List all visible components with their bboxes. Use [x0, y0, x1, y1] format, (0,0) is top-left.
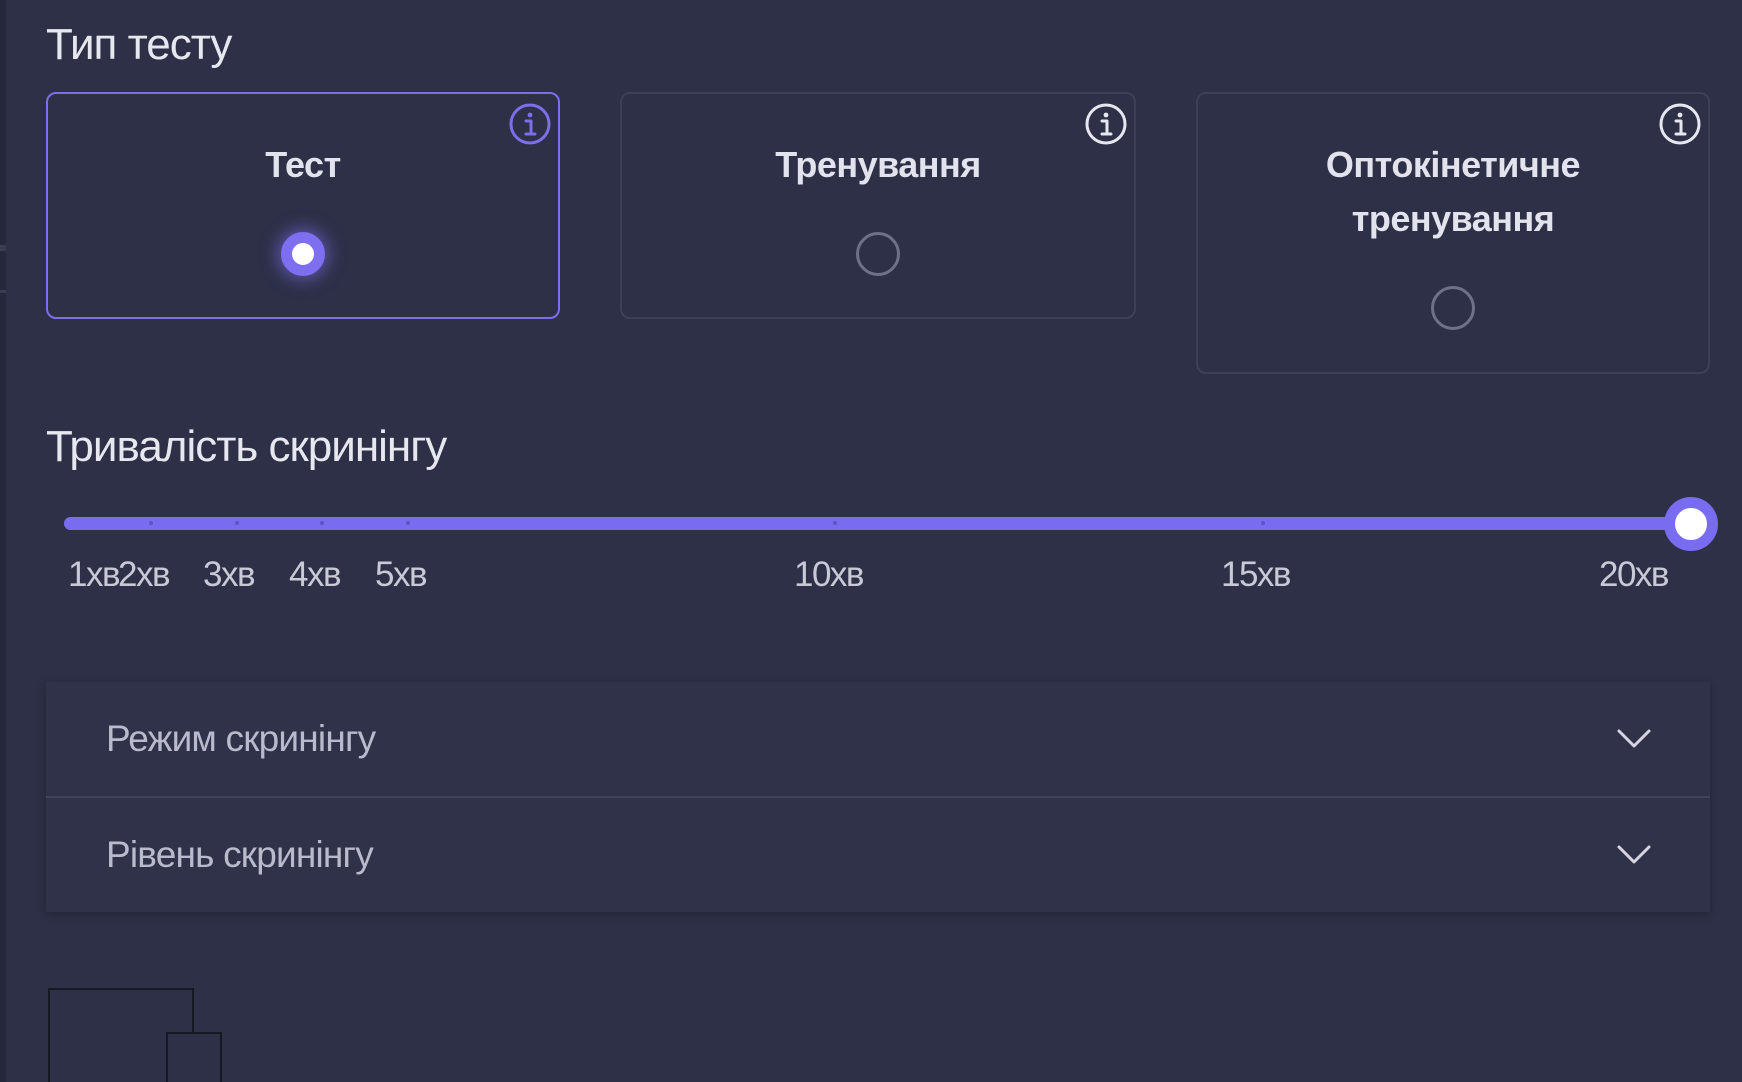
test-type-label: Тест	[265, 144, 341, 185]
training-radio[interactable]	[856, 232, 900, 276]
left-edge-divider	[0, 0, 6, 1082]
test-type-title: Тип тесту	[46, 20, 232, 69]
duration-mark-label[interactable]: 5хв	[375, 555, 428, 595]
slider-mark-dot	[320, 521, 324, 525]
optokinetic-radio[interactable]	[1431, 286, 1475, 330]
accordion-item-screening-level[interactable]: Рівень скринінгу	[46, 798, 1710, 912]
slider-mark-dot	[235, 521, 239, 525]
training-label: Тренування	[775, 144, 981, 185]
slider-mark-dot	[833, 521, 837, 525]
slider-mark-dot	[1261, 521, 1265, 525]
partial-frame-shape	[166, 1032, 222, 1082]
optokinetic-label-line2: тренування	[1351, 198, 1555, 239]
test-type-card-optokinetic[interactable]: Оптокінетичне тренування	[1196, 92, 1710, 374]
duration-slider-thumb[interactable]	[1664, 497, 1718, 551]
chevron-down-icon[interactable]	[1616, 720, 1652, 756]
duration-mark-label[interactable]: 1хв	[68, 555, 121, 595]
optokinetic-label-line1: Оптокінетичне	[1325, 144, 1581, 185]
screening-mode-label: Режим скринінгу	[106, 718, 376, 759]
duration-mark-label[interactable]: 3хв	[203, 555, 256, 595]
screening-level-label: Рівень скринінгу	[106, 834, 374, 875]
slider-mark-dot	[406, 521, 410, 525]
left-edge-marker	[0, 245, 6, 251]
duration-mark-label[interactable]: 15хв	[1221, 555, 1292, 595]
chevron-down-icon[interactable]	[1616, 836, 1652, 872]
left-edge-marker	[0, 290, 6, 293]
screening-accordion: Режим скринінгу Рівень скринінгу	[46, 682, 1710, 912]
duration-mark-label[interactable]: 20хв	[1599, 555, 1670, 595]
duration-mark-label[interactable]: 4хв	[289, 555, 342, 595]
test-type-card-training[interactable]: Тренування	[620, 92, 1136, 319]
duration-mark-label[interactable]: 10хв	[794, 555, 865, 595]
test-type-card-test[interactable]: Тест	[46, 92, 560, 319]
duration-mark-label[interactable]: 2хв	[118, 555, 171, 595]
duration-slider-track[interactable]	[64, 517, 1690, 530]
slider-mark-dot	[149, 521, 153, 525]
screening-settings-panel: Тип тесту Тест Тренування Оптокінетичне …	[0, 0, 1742, 1082]
duration-title: Тривалість скринінгу	[46, 422, 447, 471]
accordion-item-screening-mode[interactable]: Режим скринінгу	[46, 682, 1710, 798]
test-type-radio[interactable]	[281, 232, 325, 276]
